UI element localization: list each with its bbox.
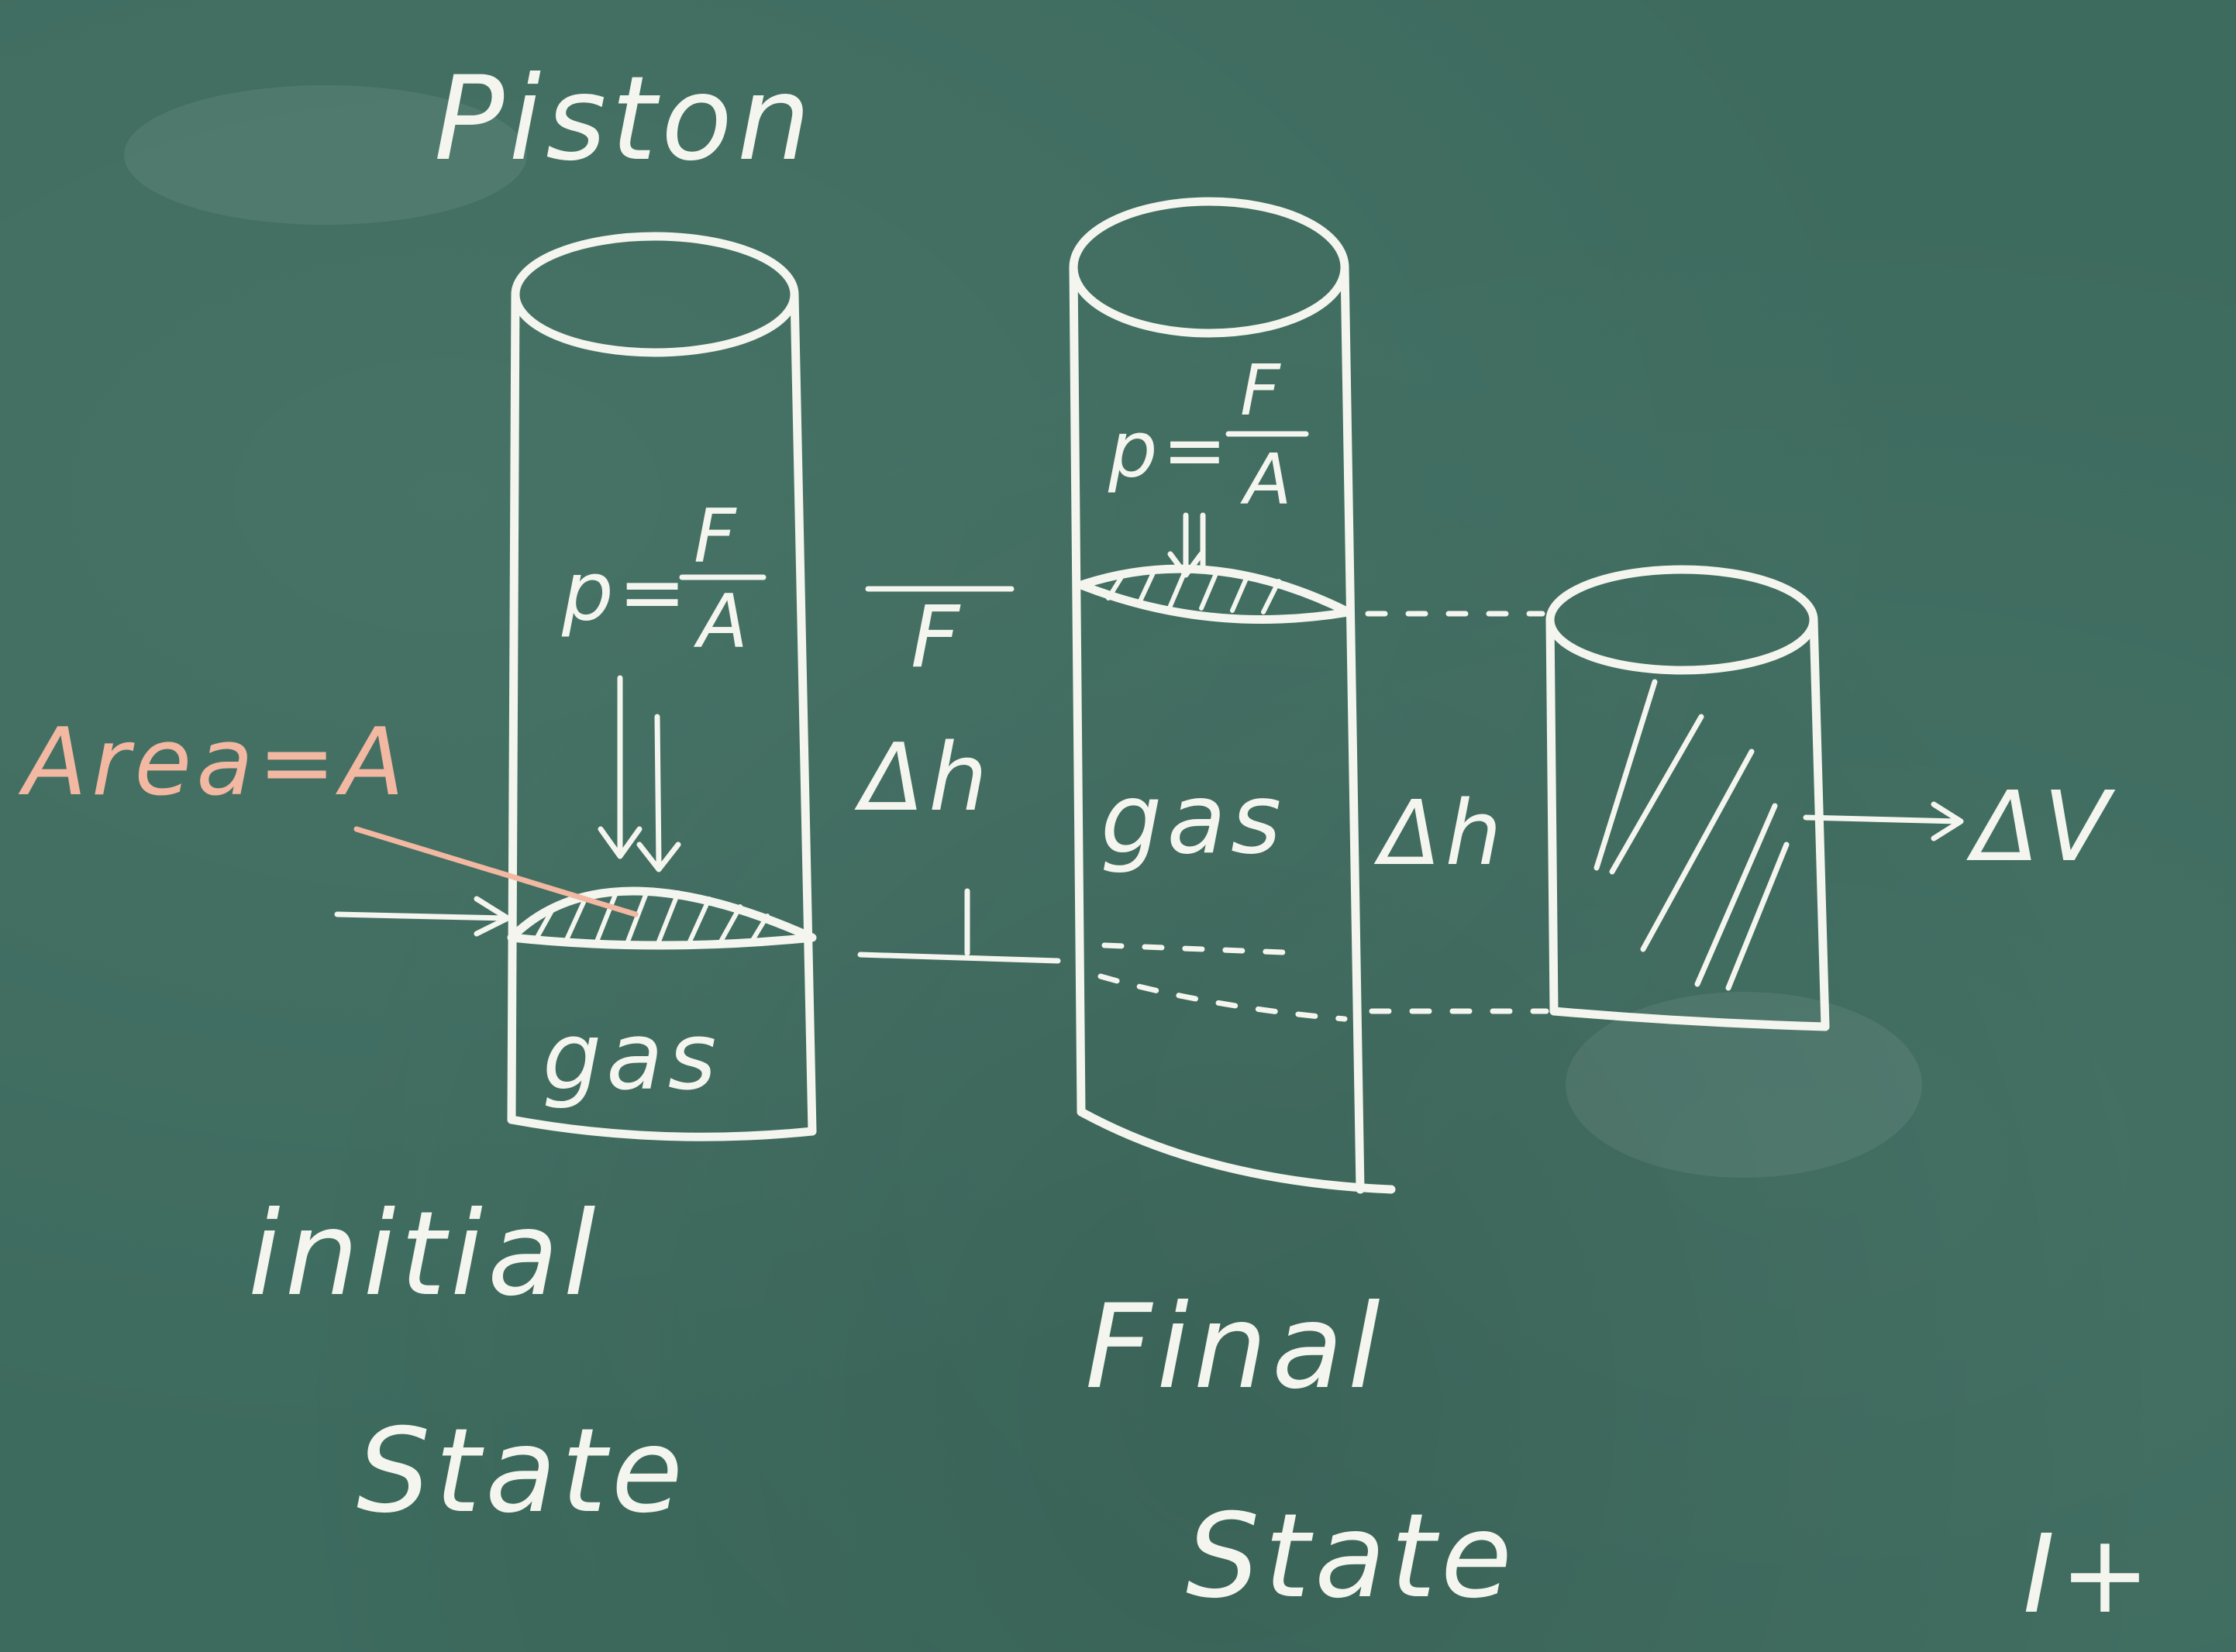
- volume-slice-shading: [1593, 679, 1790, 991]
- initial-cylinder-bottom: [507, 1115, 817, 1141]
- chalkboard-diagram: Piston p= F A gas Area=A F Δh p= F A gas…: [18, 52, 2155, 1638]
- delta-h-label: Δh: [854, 724, 992, 832]
- initial-position-dashed-line: [1101, 942, 1305, 956]
- final-force-numerator: F: [1240, 350, 1285, 432]
- initial-force-numerator: F: [694, 494, 741, 580]
- initial-pressure-arrow: [598, 675, 643, 859]
- delta-v-arrow: [1803, 801, 1964, 841]
- initial-gas-label: gas: [543, 1003, 721, 1111]
- final-cylinder-right-wall: [1340, 263, 1365, 1194]
- area-pointer-line: [353, 826, 639, 917]
- force-label: F: [911, 587, 964, 687]
- area-label: Area=A: [18, 709, 408, 817]
- corner-mark: I+: [2023, 1512, 2155, 1638]
- delta-h-small-label: Δh: [1373, 782, 1507, 886]
- volume-slice-left-wall: [1545, 615, 1559, 1016]
- delta-v-label: ΔV: [1966, 771, 2116, 883]
- final-cylinder: [1069, 197, 1396, 1194]
- final-caption-line2: State: [1186, 1489, 1517, 1624]
- initial-pressure-arrow: [636, 714, 681, 872]
- initial-cylinder: [334, 232, 817, 1141]
- volume-slice-right-wall: [1809, 615, 1830, 1031]
- initial-area-denominator: A: [693, 580, 753, 665]
- bracket-bottom-bar: [857, 952, 1061, 964]
- final-pressure-label: p=: [1108, 404, 1232, 495]
- piston-pointer-arrow: [334, 896, 511, 937]
- initial-caption-line2: State: [357, 1404, 687, 1539]
- initial-pressure-label: p=: [561, 545, 691, 639]
- final-caption-line1: Final: [1085, 1280, 1385, 1415]
- volume-slice-top: [1545, 565, 1818, 675]
- volume-slice-cylinder: [1545, 565, 1830, 1031]
- final-cylinder-left-wall: [1069, 263, 1086, 1117]
- title-piston: Piston: [434, 52, 815, 187]
- final-gas-label: gas: [1101, 763, 1286, 876]
- initial-cylinder-left-wall: [507, 290, 520, 1124]
- initial-position-dashed-line: [1097, 973, 1348, 1022]
- initial-cylinder-top: [511, 232, 799, 357]
- final-cylinder-bottom: [1077, 1107, 1396, 1194]
- final-area-denominator: A: [1240, 439, 1297, 521]
- initial-cylinder-right-wall: [790, 290, 817, 1136]
- final-cylinder-top: [1069, 197, 1349, 338]
- initial-caption-line1: initial: [248, 1187, 601, 1322]
